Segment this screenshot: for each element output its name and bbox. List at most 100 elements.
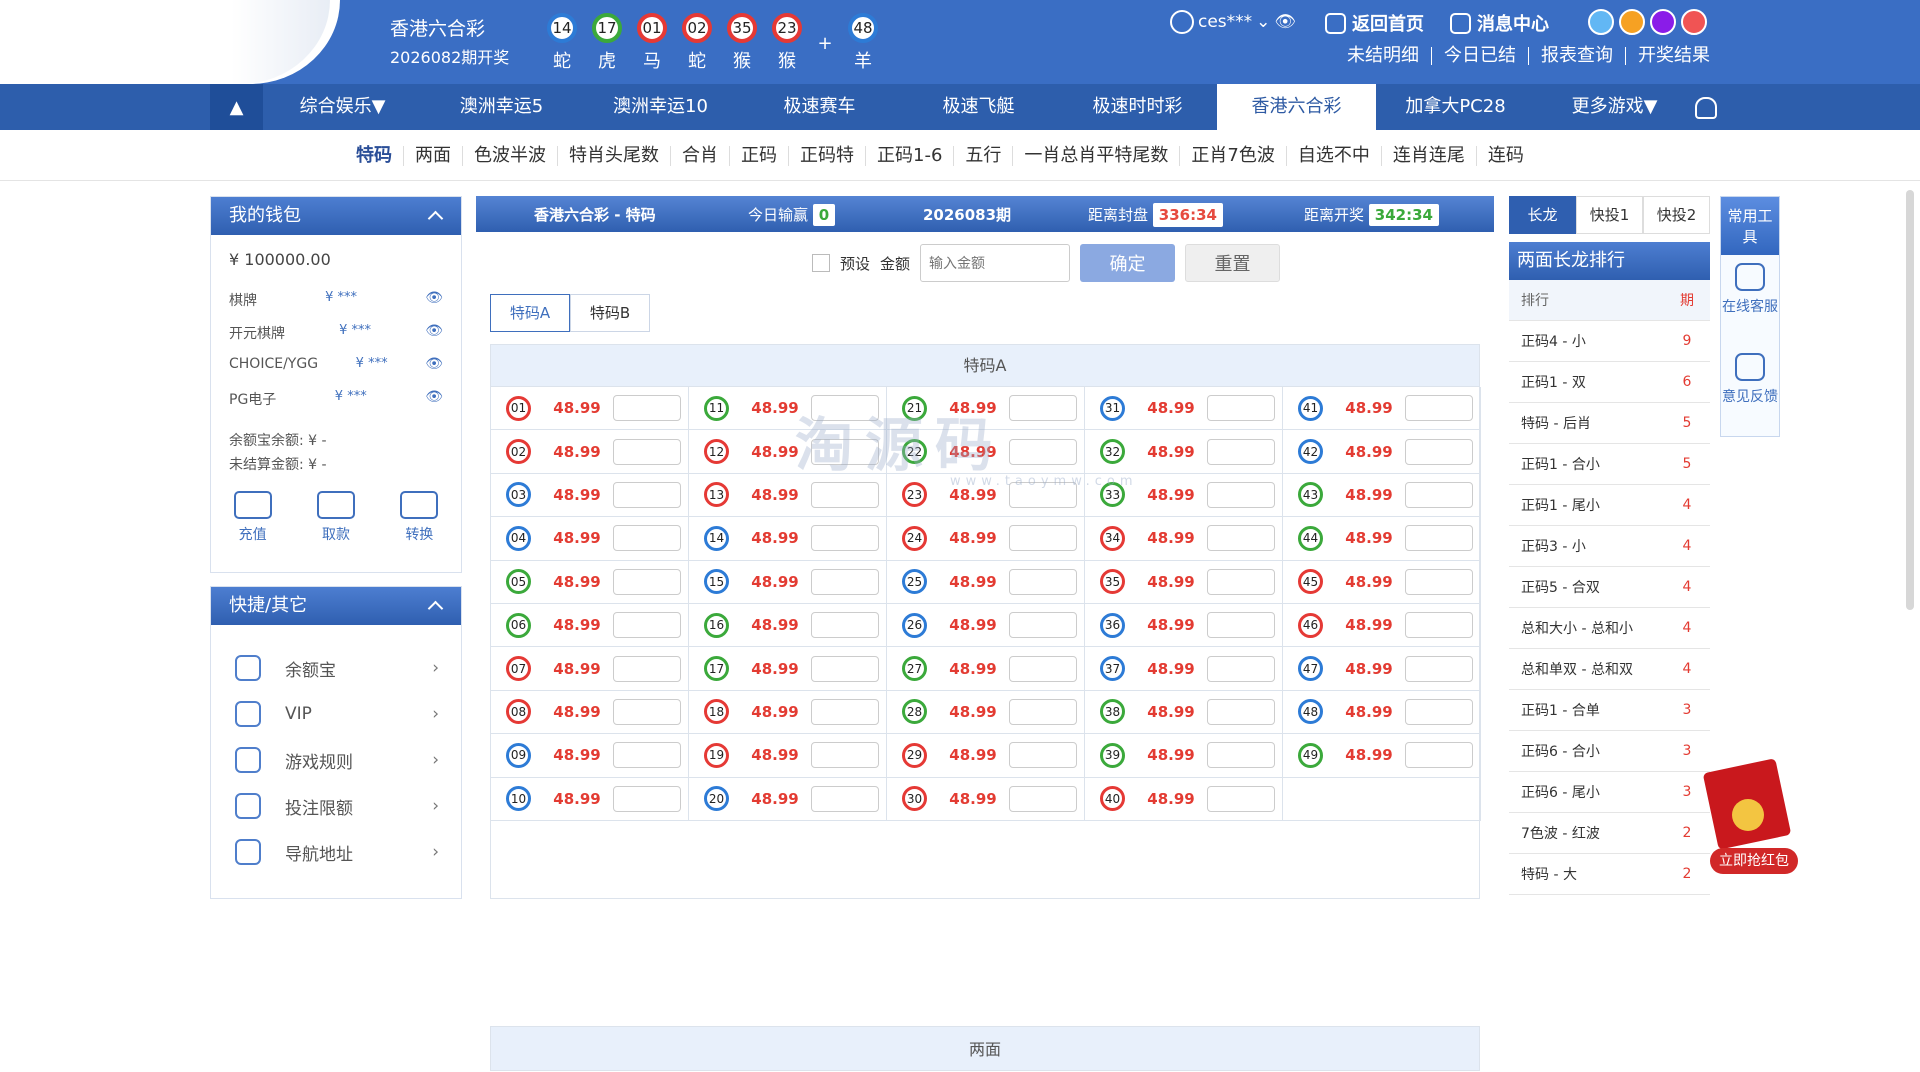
number-ball[interactable]: 29	[902, 742, 927, 768]
number-ball[interactable]: 09	[506, 742, 531, 768]
bet-amount-input[interactable]	[613, 742, 681, 769]
number-ball[interactable]: 49	[1298, 742, 1323, 768]
unsettled-link[interactable]: 未结明细	[1335, 47, 1432, 65]
number-ball[interactable]: 07	[506, 656, 531, 682]
quick-link[interactable]: VIP ›	[211, 691, 461, 737]
theme-color-dot[interactable]	[1588, 9, 1614, 35]
number-ball[interactable]: 02	[506, 439, 531, 465]
bet-amount-input[interactable]	[1207, 742, 1275, 769]
online-service-button[interactable]: 在线客服	[1721, 255, 1779, 345]
number-ball[interactable]: 18	[704, 699, 729, 725]
reset-button[interactable]: 重置	[1185, 244, 1281, 282]
home-link[interactable]: 返回首页	[1325, 10, 1424, 36]
number-ball[interactable]: 37	[1100, 656, 1125, 682]
bet-amount-input[interactable]	[1405, 395, 1473, 422]
number-ball[interactable]: 42	[1298, 439, 1323, 465]
subnav-tab[interactable]: 正肖7色波	[1180, 146, 1287, 166]
theme-color-dot[interactable]	[1681, 9, 1707, 35]
bet-amount-input[interactable]	[1207, 438, 1275, 465]
bet-amount-input[interactable]	[811, 655, 879, 682]
nav-item[interactable]: 更多游戏▼	[1535, 84, 1694, 130]
eye-icon[interactable]: 👁	[425, 290, 443, 311]
bet-amount-input[interactable]	[1405, 698, 1473, 725]
bet-amount-input[interactable]	[1009, 655, 1077, 682]
subnav-tab[interactable]: 特码	[345, 146, 404, 166]
bet-amount-input[interactable]	[613, 612, 681, 639]
subnav-tab[interactable]: 正码特	[789, 146, 866, 166]
number-ball[interactable]: 44	[1298, 525, 1323, 551]
bet-amount-input[interactable]	[1207, 785, 1275, 812]
tab-special-b[interactable]: 特码B	[570, 294, 650, 332]
subnav-tab[interactable]: 色波半波	[463, 146, 558, 166]
eye-icon[interactable]: 👁	[425, 356, 443, 377]
bet-amount-input[interactable]	[613, 785, 681, 812]
nav-item[interactable]: 综合娱乐▼	[263, 84, 422, 130]
bet-amount-input[interactable]	[811, 698, 879, 725]
number-ball[interactable]: 47	[1298, 656, 1323, 682]
subnav-tab[interactable]: 两面	[404, 146, 463, 166]
subnav-tab[interactable]: 连肖连尾	[1382, 146, 1477, 166]
number-ball[interactable]: 45	[1298, 569, 1323, 595]
bet-amount-input[interactable]	[1405, 742, 1473, 769]
bet-amount-input[interactable]	[811, 612, 879, 639]
collapse-nav-button[interactable]: ▲	[210, 84, 263, 130]
bet-amount-input[interactable]	[1009, 698, 1077, 725]
wallet-action-button[interactable]: 转换	[400, 491, 439, 544]
bet-amount-input[interactable]	[811, 568, 879, 595]
feedback-button[interactable]: 意见反馈	[1721, 345, 1779, 435]
nav-item[interactable]: 极速飞艇	[899, 84, 1058, 130]
report-link[interactable]: 报表查询	[1529, 47, 1626, 65]
wallet-action-button[interactable]: 充值	[233, 491, 272, 544]
bet-amount-input[interactable]	[1405, 525, 1473, 552]
nav-item[interactable]: 香港六合彩	[1217, 84, 1376, 130]
bet-amount-input[interactable]	[1405, 612, 1473, 639]
user-menu[interactable]: ces*** ⌄ 👁	[1170, 10, 1296, 34]
bet-amount-input[interactable]	[613, 698, 681, 725]
number-ball[interactable]: 20	[704, 786, 729, 812]
theme-color-dot[interactable]	[1650, 9, 1676, 35]
bet-amount-input[interactable]	[1207, 481, 1275, 508]
quick-title[interactable]: 快捷/其它	[211, 587, 461, 625]
number-ball[interactable]: 10	[506, 786, 531, 812]
subnav-tab[interactable]: 连码	[1477, 146, 1535, 166]
number-ball[interactable]: 15	[704, 569, 729, 595]
number-ball[interactable]: 41	[1298, 395, 1323, 421]
eye-icon[interactable]: 👁	[425, 323, 443, 344]
right-tab[interactable]: 长龙	[1509, 196, 1576, 234]
number-ball[interactable]: 13	[704, 482, 729, 508]
eye-icon[interactable]: 👁	[425, 389, 443, 410]
number-ball[interactable]: 46	[1298, 612, 1323, 638]
subnav-tab[interactable]: 正码1-6	[866, 146, 955, 166]
number-ball[interactable]: 43	[1298, 482, 1323, 508]
tab-special-a[interactable]: 特码A	[490, 294, 570, 332]
number-ball[interactable]: 08	[506, 699, 531, 725]
number-ball[interactable]: 27	[902, 656, 927, 682]
bet-amount-input[interactable]	[1207, 655, 1275, 682]
eye-icon[interactable]: 👁	[1274, 12, 1296, 32]
bet-amount-input[interactable]	[1405, 438, 1473, 465]
wallet-action-button[interactable]: 取款	[316, 491, 355, 544]
bet-amount-input[interactable]	[613, 395, 681, 422]
bet-amount-input[interactable]	[613, 525, 681, 552]
vertical-scrollbar[interactable]	[1906, 190, 1914, 610]
subnav-tab[interactable]: 正码	[730, 146, 789, 166]
bet-amount-input[interactable]	[613, 438, 681, 465]
bet-amount-input[interactable]	[1207, 525, 1275, 552]
bet-amount-input[interactable]	[1009, 785, 1077, 812]
right-tab[interactable]: 快投2	[1643, 196, 1710, 234]
number-ball[interactable]: 35	[1100, 569, 1125, 595]
bet-amount-input[interactable]	[613, 568, 681, 595]
number-ball[interactable]: 16	[704, 612, 729, 638]
number-ball[interactable]: 40	[1100, 786, 1125, 812]
number-ball[interactable]: 34	[1100, 525, 1125, 551]
amount-input[interactable]	[920, 244, 1071, 282]
number-ball[interactable]: 17	[704, 656, 729, 682]
bell-icon[interactable]	[1695, 97, 1717, 119]
right-tab[interactable]: 快投1	[1576, 196, 1643, 234]
bet-amount-input[interactable]	[613, 481, 681, 508]
nav-item[interactable]: 澳洲幸运10	[581, 84, 740, 130]
number-ball[interactable]: 26	[902, 612, 927, 638]
red-packet-promo[interactable]: 立即抢红包	[1702, 758, 1798, 875]
number-ball[interactable]: 38	[1100, 699, 1125, 725]
bet-amount-input[interactable]	[613, 655, 681, 682]
